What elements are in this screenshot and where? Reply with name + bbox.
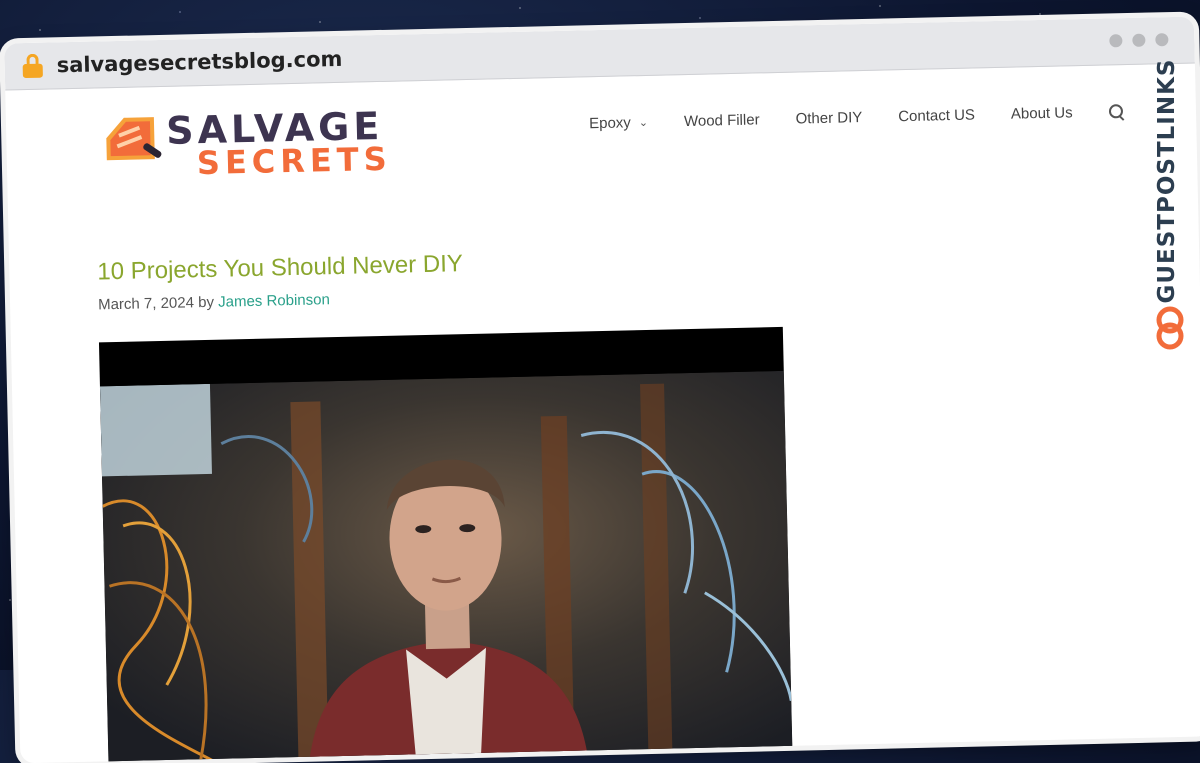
lock-icon bbox=[22, 53, 43, 79]
nav-item-label: Contact US bbox=[898, 106, 976, 126]
window-dot-icon[interactable] bbox=[1155, 33, 1169, 47]
page-content: SALVAGE SECRETS Epoxy ⌄ Wood Filler Othe… bbox=[5, 63, 1200, 763]
watermark-text: GUESTPOSTLINKS bbox=[1154, 58, 1180, 304]
nav-item-wood-filler[interactable]: Wood Filler bbox=[666, 111, 778, 131]
url-text[interactable]: salvagesecretsblog.com bbox=[56, 47, 342, 77]
logo-text-bottom: SECRETS bbox=[196, 139, 393, 183]
browser-window: salvagesecretsblog.com SALVAGE SECRETS E… bbox=[4, 16, 1200, 763]
nav-item-contact-us[interactable]: Contact US bbox=[880, 106, 993, 126]
article-by: by bbox=[197, 293, 215, 312]
window-dot-icon[interactable] bbox=[1109, 34, 1123, 48]
paint-brush-house-icon bbox=[106, 117, 162, 161]
nav-item-label: Other DIY bbox=[795, 109, 863, 128]
featured-image-illustration bbox=[99, 370, 793, 763]
window-dot-icon[interactable] bbox=[1132, 33, 1146, 47]
guestpostlinks-watermark: GUESTPOSTLINKS bbox=[1152, 58, 1188, 358]
link-icon bbox=[1156, 306, 1184, 350]
search-icon[interactable] bbox=[1108, 103, 1125, 121]
author-link[interactable]: James Robinson bbox=[218, 291, 330, 311]
main-navigation: Epoxy ⌄ Wood Filler Other DIY Contact US… bbox=[571, 103, 1125, 133]
chevron-down-icon: ⌄ bbox=[638, 116, 649, 130]
site-logo[interactable]: SALVAGE SECRETS bbox=[104, 104, 396, 183]
nav-item-label: Wood Filler bbox=[683, 111, 760, 131]
nav-item-other-diy[interactable]: Other DIY bbox=[777, 109, 880, 128]
featured-image bbox=[98, 326, 793, 763]
article-date: March 7, 2024 bbox=[97, 294, 195, 314]
article-meta: March 7, 2024 by James Robinson bbox=[98, 291, 330, 313]
nav-item-about-us[interactable]: About Us bbox=[993, 104, 1091, 123]
nav-item-epoxy[interactable]: Epoxy ⌄ bbox=[571, 114, 666, 133]
nav-item-label: Epoxy bbox=[588, 114, 632, 133]
nav-item-label: About Us bbox=[1010, 104, 1073, 123]
article-title[interactable]: 10 Projects You Should Never DIY bbox=[97, 250, 463, 286]
